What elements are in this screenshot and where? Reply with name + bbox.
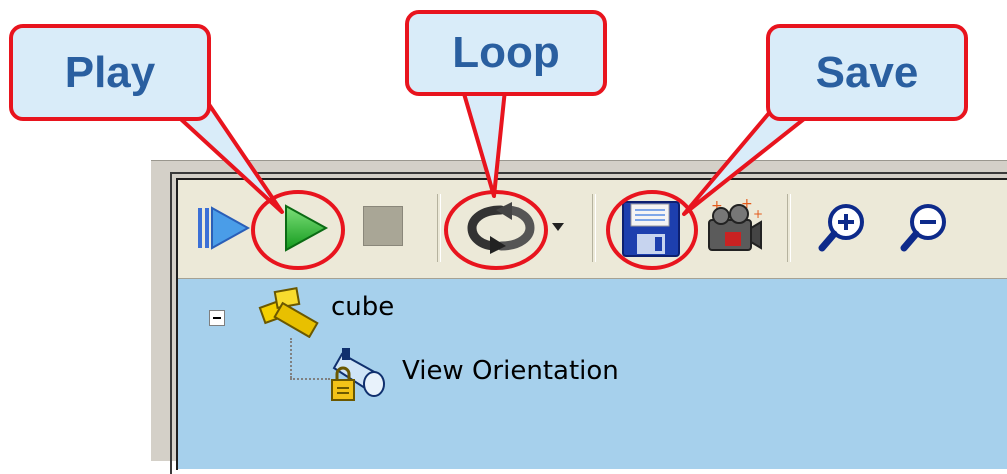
save-callout-label: Save xyxy=(815,47,919,97)
loop-callout-pointer xyxy=(458,78,508,198)
save-highlight-circle xyxy=(606,190,698,270)
play-highlight-circle xyxy=(251,190,345,270)
loop-callout: Loop xyxy=(405,10,607,96)
save-callout: Save xyxy=(766,24,968,121)
loop-callout-label: Loop xyxy=(452,28,560,77)
play-callout: Play xyxy=(9,24,211,121)
loop-highlight-circle xyxy=(444,190,548,270)
play-callout-label: Play xyxy=(64,47,156,97)
